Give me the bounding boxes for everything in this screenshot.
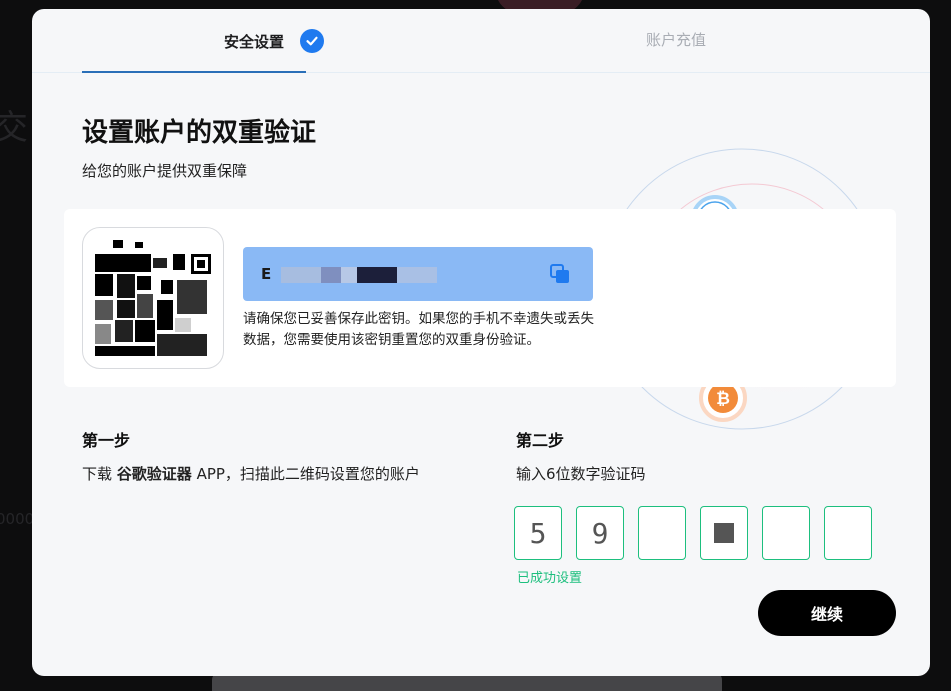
tab-account-deposit[interactable]: 账户充值 <box>646 29 706 50</box>
svg-text:₿: ₿ <box>716 389 730 409</box>
setup-tabs: 安全设置 账户充值 <box>32 9 930 73</box>
qr-code <box>82 227 224 369</box>
step2-description: 输入6位数字验证码 <box>516 465 646 483</box>
step2-title: 第二步 <box>516 431 565 450</box>
code-digit-2[interactable]: 9 <box>576 506 624 560</box>
code-digit-5[interactable] <box>762 506 810 560</box>
page-title: 设置账户的双重验证 <box>82 118 317 148</box>
authenticator-app-name: 谷歌验证器 <box>116 465 192 483</box>
secret-key-field[interactable]: E <box>243 247 593 301</box>
tab-label: 安全设置 <box>224 32 285 51</box>
check-icon <box>300 29 325 53</box>
step1-description: 下载 谷歌验证器 APP，扫描此二维码设置您的账户 <box>82 463 420 484</box>
tab-security-settings[interactable]: 安全设置 <box>224 29 325 53</box>
code-digit-4[interactable] <box>700 506 748 560</box>
step1-desc-suffix: APP，扫描此二维码设置您的账户 <box>191 465 420 483</box>
active-tab-indicator <box>82 71 306 73</box>
success-message: 已成功设置 <box>517 571 583 586</box>
code-digit-6[interactable] <box>824 506 872 560</box>
step1-desc-prefix: 下载 <box>82 465 117 483</box>
step1-title: 第一步 <box>82 431 131 450</box>
code-digit-1[interactable]: 5 <box>514 506 562 560</box>
secret-key-prefix: E <box>261 265 272 283</box>
secret-key-warning: 请确保您已妥善保存此密钥。如果您的手机不幸遗失或丢失数据，您需要使用该密钥重置您… <box>243 311 594 348</box>
copy-icon[interactable] <box>549 263 571 285</box>
secret-key-card: E 请确保您已妥善保存此密钥。如果您的手机不幸遗失或丢失数据，您需要使用该密钥重… <box>64 209 896 387</box>
secret-key-masked <box>281 267 437 283</box>
input-cursor <box>714 523 734 543</box>
code-digit-3[interactable] <box>638 506 686 560</box>
page-subtitle: 给您的账户提供双重保障 <box>82 162 248 180</box>
verification-code-input: 5 9 <box>514 506 886 560</box>
continue-button[interactable]: 继续 <box>758 590 896 636</box>
two-factor-setup-modal: 安全设置 账户充值 设置账户的双重验证 给您的账户提供双重保障 ₿ E 请确保您… <box>32 9 930 676</box>
qr-code-image <box>95 240 211 358</box>
tab-label: 账户充值 <box>646 31 707 49</box>
